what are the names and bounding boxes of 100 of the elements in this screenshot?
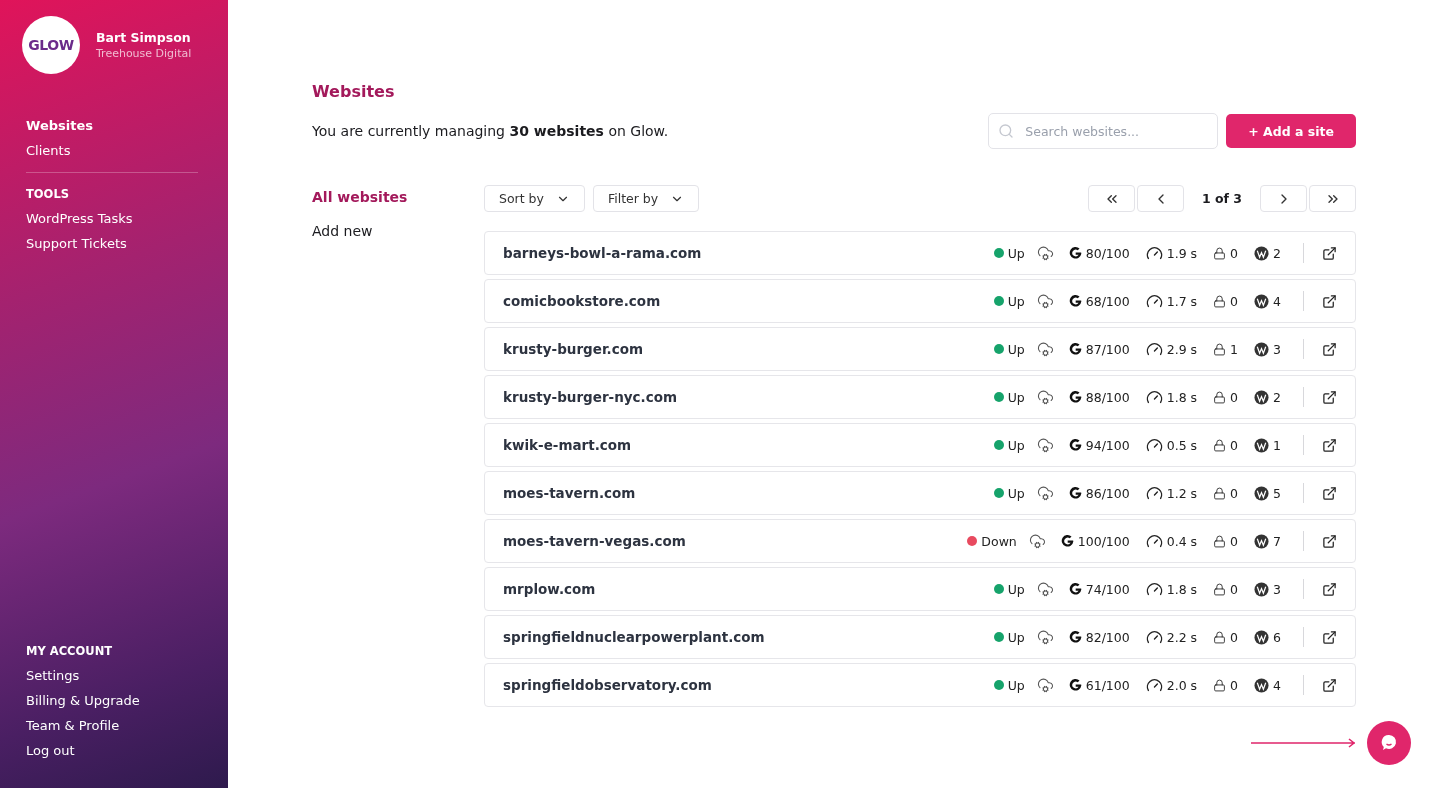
- logo: GLOW: [22, 16, 80, 74]
- gauge-icon: [1145, 676, 1163, 694]
- score-text: 87/100: [1085, 341, 1130, 357]
- status-text: Down: [981, 533, 1017, 549]
- company-name: Treehouse Digital: [96, 47, 192, 60]
- nav-item[interactable]: Billing & Upgrade: [26, 693, 202, 708]
- score-text: 94/100: [1085, 437, 1130, 453]
- speed-text: 1.7 s: [1166, 293, 1198, 309]
- status-text: Up: [1007, 245, 1025, 261]
- nav-item[interactable]: Clients: [26, 143, 202, 158]
- nav-item[interactable]: Support Tickets: [26, 236, 202, 251]
- cloud-icon: [1036, 628, 1054, 646]
- section-heading: TOOLS: [26, 187, 70, 201]
- lock-icon: [1213, 630, 1227, 644]
- speed-text: 1.8 s: [1166, 581, 1198, 597]
- lock-count: 0: [1230, 485, 1239, 501]
- nav-item[interactable]: WordPress Tasks: [26, 211, 202, 226]
- lock-icon: [1213, 294, 1227, 308]
- site-domain[interactable]: springfieldnuclearpowerplant.com: [503, 629, 765, 645]
- lock-icon: [1213, 246, 1227, 260]
- nav-item[interactable]: Team & Profile: [26, 718, 202, 733]
- external-link-icon[interactable]: [1322, 245, 1337, 261]
- site-domain[interactable]: comicbookstore.com: [503, 293, 661, 309]
- google-g-icon: [1067, 341, 1083, 357]
- google-g-icon: [1067, 389, 1083, 405]
- google-g-icon: [1067, 581, 1083, 597]
- nav-item[interactable]: Log out: [26, 743, 202, 758]
- cloud-icon: [1036, 340, 1054, 358]
- site-domain[interactable]: krusty-burger-nyc.com: [503, 389, 678, 405]
- lock-count: 0: [1230, 581, 1239, 597]
- external-link-icon[interactable]: [1322, 629, 1337, 645]
- wordpress-icon: [1254, 533, 1270, 549]
- cloud-icon: [1036, 388, 1054, 406]
- lock-count: 0: [1230, 677, 1239, 693]
- summary-text: You are currently managing 30 websites on Glow.: [312, 123, 669, 139]
- update-count: 7: [1273, 533, 1281, 549]
- update-count: 6: [1273, 629, 1281, 645]
- nav-item[interactable]: Settings: [26, 668, 202, 683]
- chat-icon: [1379, 733, 1399, 753]
- external-link-icon[interactable]: [1322, 485, 1337, 501]
- external-link-icon[interactable]: [1322, 293, 1337, 309]
- cloud-icon: [1036, 436, 1054, 454]
- google-g-icon: [1067, 293, 1083, 309]
- external-link-icon[interactable]: [1322, 533, 1337, 549]
- external-link-icon[interactable]: [1322, 581, 1337, 597]
- lock-count: 0: [1230, 245, 1239, 261]
- last-page-button[interactable]: [1309, 185, 1356, 212]
- site-domain[interactable]: springfieldobservatory.com: [503, 677, 712, 693]
- update-count: 2: [1273, 389, 1281, 405]
- status-text: Up: [1007, 437, 1025, 453]
- lock-count: 1: [1230, 341, 1239, 357]
- external-link-icon[interactable]: [1322, 389, 1337, 405]
- subnav-item[interactable]: All websites: [312, 189, 484, 205]
- speed-text: 0.5 s: [1166, 437, 1198, 453]
- add-site-button[interactable]: + Add a site: [1226, 114, 1356, 148]
- user-name: Bart Simpson: [96, 30, 192, 45]
- update-count: 2: [1273, 245, 1281, 261]
- search-icon: [998, 123, 1015, 139]
- first-page-button[interactable]: [1088, 185, 1135, 212]
- gauge-icon: [1145, 436, 1163, 454]
- chat-button[interactable]: [1367, 721, 1411, 765]
- score-text: 74/100: [1085, 581, 1130, 597]
- score-text: 100/100: [1077, 533, 1130, 549]
- site-domain[interactable]: kwik-e-mart.com: [503, 437, 632, 453]
- nav-item[interactable]: Websites: [26, 118, 202, 133]
- external-link-icon[interactable]: [1322, 341, 1337, 357]
- external-link-icon[interactable]: [1322, 437, 1337, 453]
- update-count: 4: [1273, 293, 1281, 309]
- gauge-icon: [1145, 244, 1163, 262]
- site-domain[interactable]: barneys-bowl-a-rama.com: [503, 245, 702, 261]
- wordpress-icon: [1254, 293, 1270, 309]
- site-domain[interactable]: krusty-burger.com: [503, 341, 644, 357]
- site-domain[interactable]: mrplow.com: [503, 581, 596, 597]
- gauge-icon: [1145, 532, 1163, 550]
- status-text: Up: [1007, 581, 1025, 597]
- wordpress-icon: [1254, 677, 1270, 693]
- external-link-icon[interactable]: [1322, 677, 1337, 693]
- update-count: 4: [1273, 677, 1281, 693]
- section-heading: MY ACCOUNT: [26, 644, 114, 658]
- site-domain[interactable]: moes-tavern-vegas.com: [503, 533, 686, 549]
- sort-dropdown[interactable]: Sort by: [484, 185, 585, 212]
- score-text: 86/100: [1085, 485, 1130, 501]
- page-title: Websites: [312, 82, 396, 101]
- lock-count: 0: [1230, 389, 1239, 405]
- arrow-icon: [1251, 738, 1357, 748]
- cloud-icon: [1036, 292, 1054, 310]
- search-field[interactable]: Search websites...: [988, 113, 1219, 149]
- gauge-icon: [1145, 340, 1163, 358]
- status-text: Up: [1007, 293, 1025, 309]
- wordpress-icon: [1254, 437, 1270, 453]
- speed-text: 2.0 s: [1166, 677, 1198, 693]
- score-text: 68/100: [1085, 293, 1130, 309]
- cloud-icon: [1036, 676, 1054, 694]
- filter-dropdown[interactable]: Filter by: [592, 185, 700, 212]
- wordpress-icon: [1254, 389, 1270, 405]
- subnav-item[interactable]: Add new: [312, 223, 484, 239]
- site-domain[interactable]: moes-tavern.com: [503, 485, 636, 501]
- score-text: 88/100: [1085, 389, 1130, 405]
- lock-icon: [1213, 582, 1227, 596]
- wordpress-icon: [1254, 485, 1270, 501]
